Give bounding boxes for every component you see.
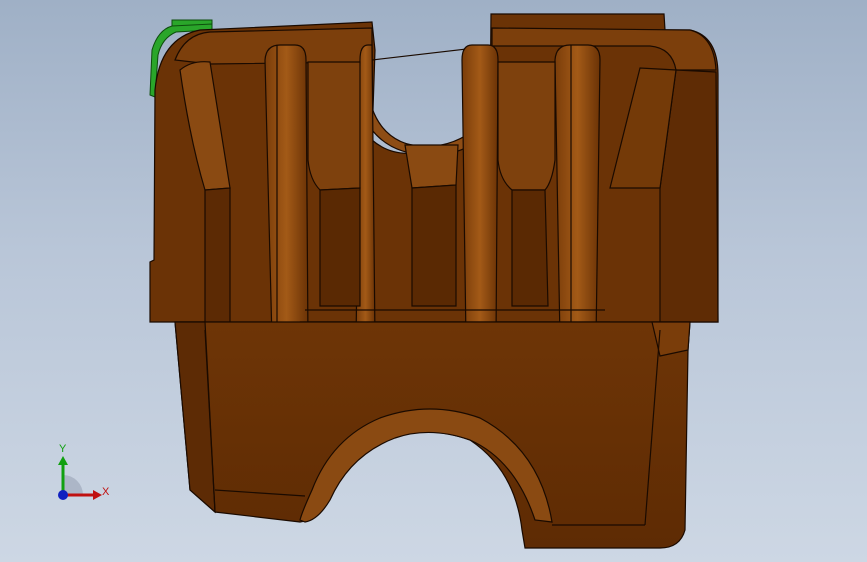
graphics-viewport[interactable]: Y X	[0, 0, 867, 562]
y-arrow-icon	[58, 456, 68, 465]
lower-body[interactable]	[174, 321, 691, 549]
part-model[interactable]	[0, 0, 867, 562]
z-axis-icon	[58, 490, 68, 500]
triad-axes	[58, 456, 102, 500]
y-axis-label: Y	[59, 443, 67, 455]
x-axis-label: X	[102, 486, 110, 498]
orientation-triad[interactable]: Y X	[44, 440, 124, 520]
x-arrow-icon	[93, 490, 102, 500]
